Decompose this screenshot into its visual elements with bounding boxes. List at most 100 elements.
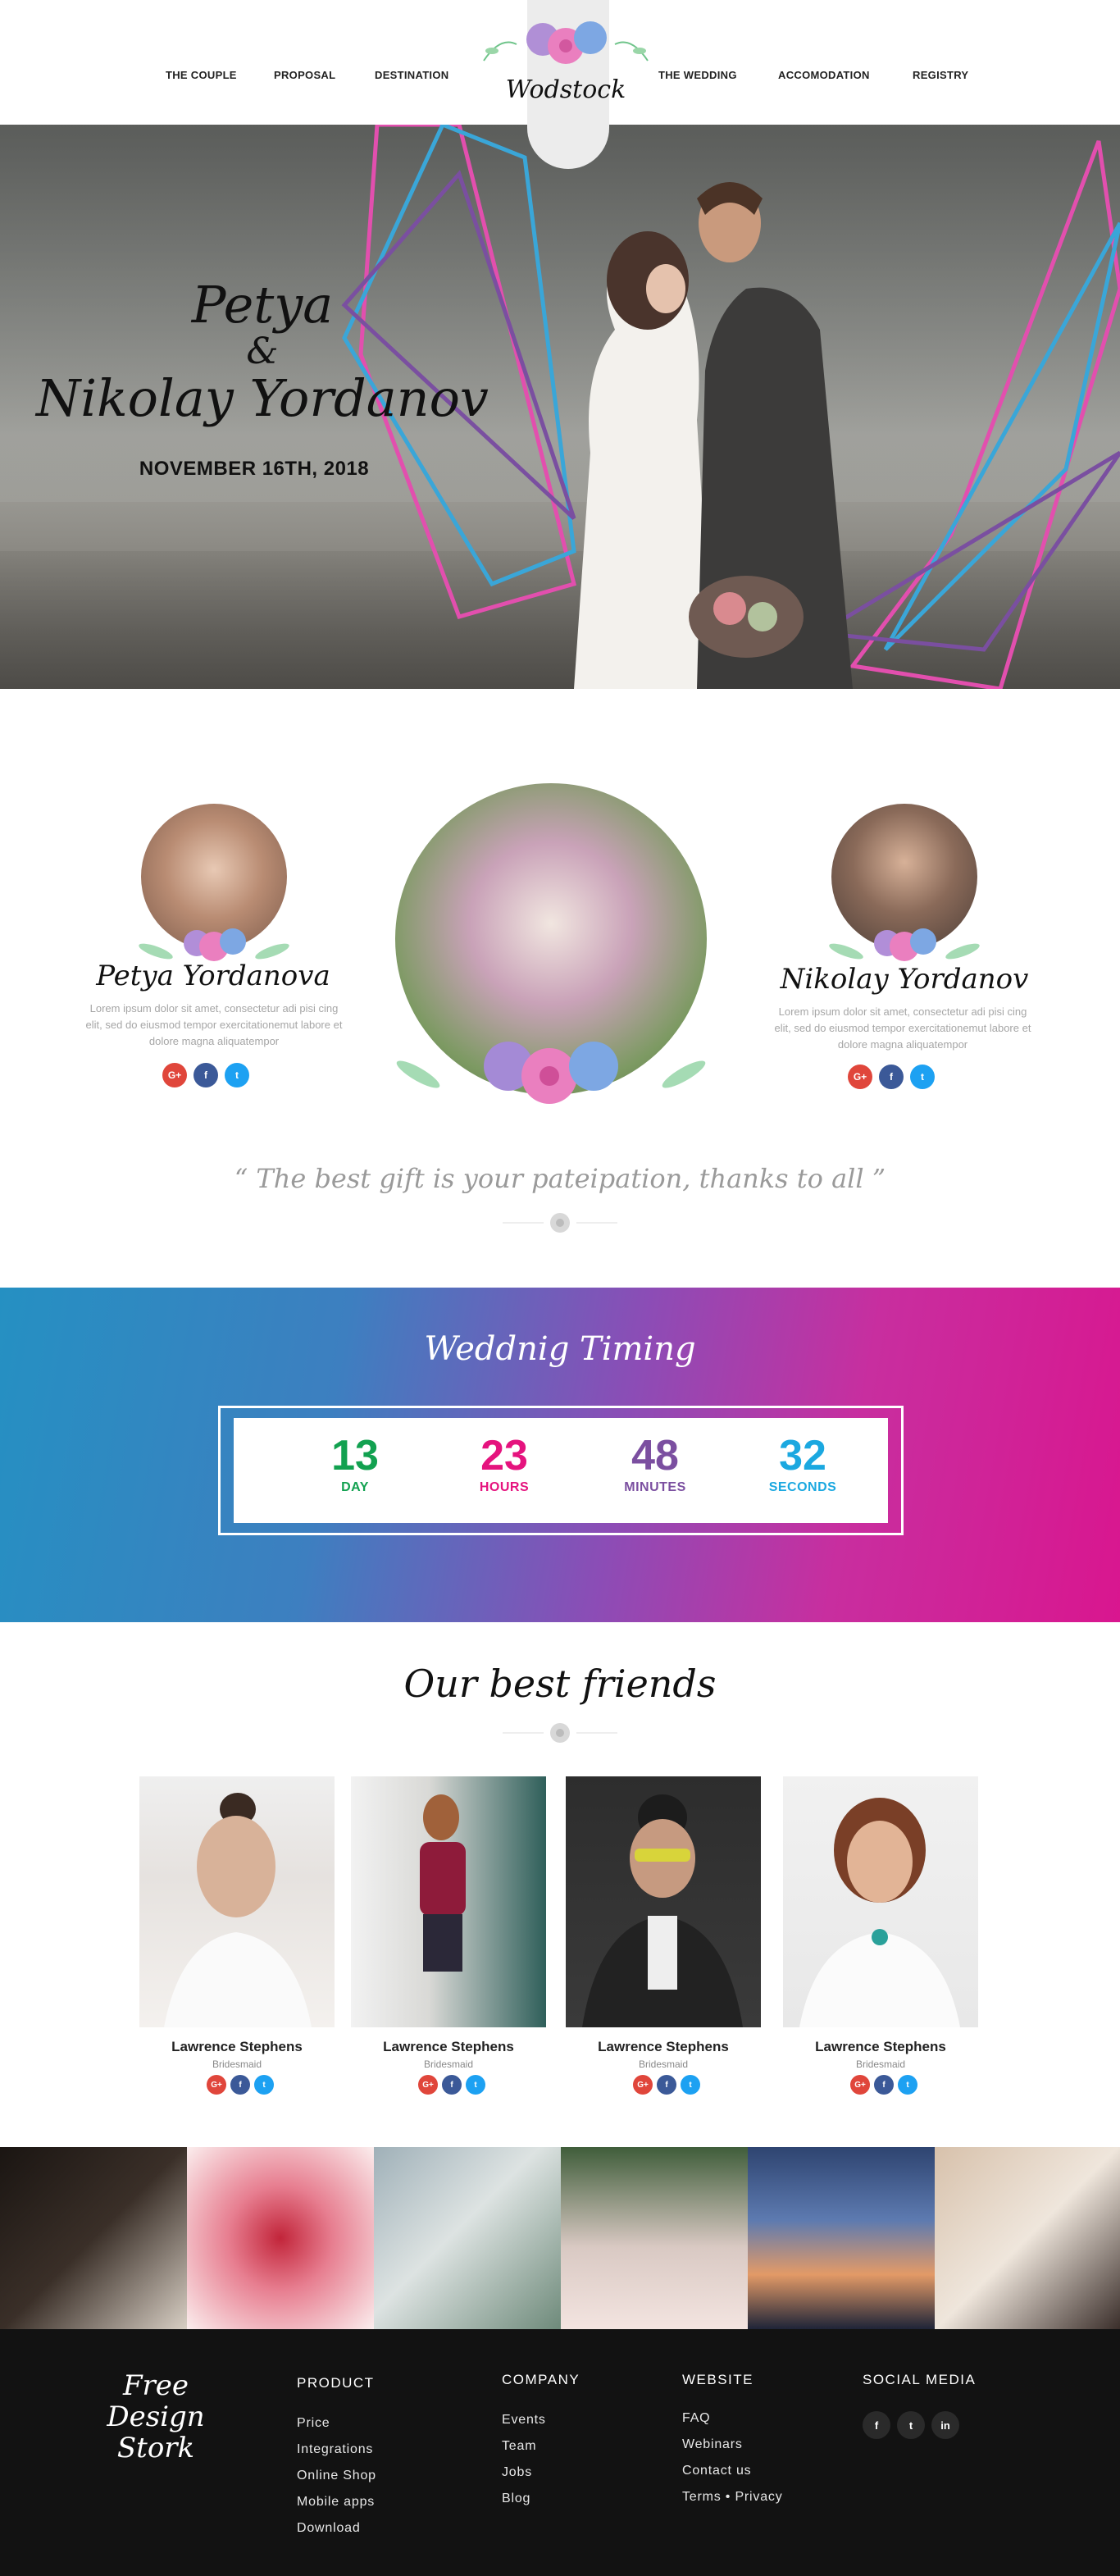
flower-divider-icon (503, 1213, 617, 1233)
footer-product-title: PRODUCT (297, 2375, 375, 2391)
footer-link-jobs[interactable]: Jobs (502, 2465, 532, 2480)
hero-ampersand: & (246, 331, 279, 372)
google-plus-icon[interactable]: G+ (162, 1063, 187, 1087)
linkedin-icon[interactable]: in (931, 2411, 959, 2439)
countdown-section: Weddnig Timing 13 DAY 23 HOURS 48 MINUTE… (0, 1288, 1120, 1622)
nav-destination[interactable]: DESTINATION (375, 69, 448, 81)
friend-socials: G+ f t (850, 2075, 917, 2095)
nav-proposal[interactable]: PROPOSAL (274, 69, 335, 81)
footer-logo[interactable]: Free Design Stork (74, 2370, 238, 2464)
gallery-photo[interactable] (748, 2147, 935, 2329)
nav-the-wedding[interactable]: THE WEDDING (658, 69, 737, 81)
days-value: 13 (331, 1432, 379, 1479)
facebook-icon[interactable]: f (442, 2075, 462, 2095)
twitter-icon[interactable]: t (897, 2411, 925, 2439)
friend-role: Bridesmaid (212, 2059, 262, 2070)
twitter-icon[interactable]: t (254, 2075, 274, 2095)
footer-link-webinars[interactable]: Webinars (682, 2437, 743, 2452)
facebook-icon[interactable]: f (874, 2075, 894, 2095)
site-header: THE COUPLE PROPOSAL DESTINATION THE WEDD… (0, 0, 1120, 169)
quote-text: “ The best gift is your pateipation, tha… (234, 1163, 886, 1194)
friends-title: Our best friends (403, 1662, 717, 1706)
footer-link-mobile-apps[interactable]: Mobile apps (297, 2495, 375, 2510)
twitter-icon[interactable]: t (466, 2075, 485, 2095)
groom-flowers-icon (829, 928, 980, 961)
bride-name: Petya Yordanova (96, 960, 330, 992)
google-plus-icon[interactable]: G+ (418, 2075, 438, 2095)
footer-link-blog[interactable]: Blog (502, 2492, 530, 2506)
footer-website-title: WEBSITE (682, 2372, 754, 2387)
hero-banner: Petya & Nikolay Yordanov NOVEMBER 16TH, … (0, 125, 1120, 689)
twitter-icon[interactable]: t (898, 2075, 917, 2095)
minutes-label: MINUTES (624, 1480, 686, 1494)
friend-photo (139, 1776, 335, 2027)
facebook-icon[interactable]: f (879, 1065, 904, 1089)
friend-photo (566, 1776, 761, 2027)
gallery-photo[interactable] (374, 2147, 561, 2329)
groom-socials: G+ f t (848, 1065, 935, 1089)
footer-link-terms-privacy[interactable]: Terms • Privacy (682, 2490, 783, 2505)
footer-logo-line1: Free Design (107, 2369, 205, 2433)
photo-gallery (0, 2147, 1120, 2329)
friend-name: Lawrence Stephens (383, 2039, 514, 2054)
footer-link-price[interactable]: Price (297, 2416, 330, 2431)
google-plus-icon[interactable]: G+ (207, 2075, 226, 2095)
friend-role: Bridesmaid (638, 2059, 689, 2070)
nav-accomodation[interactable]: ACCOMODATION (778, 69, 870, 81)
bride-bio: Lorem ipsum dolor sit amet, consectetur … (85, 1002, 343, 1047)
gallery-photo[interactable] (187, 2147, 374, 2329)
countdown-title: Weddnig Timing (424, 1330, 696, 1368)
twitter-icon[interactable]: t (225, 1063, 249, 1087)
google-plus-icon[interactable]: G+ (633, 2075, 653, 2095)
hours-label: HOURS (479, 1480, 530, 1494)
countdown-seconds: 32 SECONDS (745, 1431, 860, 1495)
countdown-box: 13 DAY 23 HOURS 48 MINUTES 32 SECONDS (234, 1418, 888, 1523)
nav-the-couple[interactable]: THE COUPLE (166, 69, 237, 81)
gallery-photo[interactable] (561, 2147, 748, 2329)
footer-link-faq[interactable]: FAQ (682, 2411, 710, 2426)
footer-logo-line2: Stork (116, 2432, 195, 2464)
twitter-icon[interactable]: t (910, 1065, 935, 1089)
google-plus-icon[interactable]: G+ (848, 1065, 872, 1089)
google-plus-icon[interactable]: G+ (850, 2075, 870, 2095)
footer-link-events[interactable]: Events (502, 2413, 546, 2428)
groom-bio: Lorem ipsum dolor sit amet, consectetur … (774, 1005, 1031, 1051)
friend-photo (783, 1776, 978, 2027)
days-label: DAY (341, 1480, 369, 1494)
facebook-icon[interactable]: f (657, 2075, 676, 2095)
footer-link-online-shop[interactable]: Online Shop (297, 2469, 376, 2483)
hours-value: 23 (480, 1432, 528, 1479)
twitter-icon[interactable]: t (681, 2075, 700, 2095)
gallery-photo[interactable] (0, 2147, 187, 2329)
friend-socials: G+ f t (418, 2075, 485, 2095)
footer-link-contact-us[interactable]: Contact us (682, 2464, 751, 2478)
facebook-icon[interactable]: f (230, 2075, 250, 2095)
site-footer: Free Design Stork PRODUCT Price Integrat… (0, 2329, 1120, 2576)
footer-link-integrations[interactable]: Integrations (297, 2442, 373, 2457)
seconds-label: SECONDS (768, 1480, 837, 1494)
nav-registry[interactable]: REGISTRY (913, 69, 968, 81)
countdown-days: 13 DAY (298, 1431, 412, 1495)
friend-role: Bridesmaid (855, 2059, 906, 2070)
groom-name: Nikolay Yordanov (780, 963, 1029, 996)
hero-name-one: Petya (191, 275, 334, 335)
friend-role: Bridesmaid (423, 2059, 474, 2070)
facebook-icon[interactable]: f (863, 2411, 890, 2439)
footer-link-team[interactable]: Team (502, 2439, 536, 2454)
couple-names: Petya & Nikolay Yordanov (33, 276, 492, 427)
footer-social-title: SOCIAL MEDIA (863, 2372, 977, 2387)
gallery-photo[interactable] (935, 2147, 1120, 2329)
site-logo[interactable]: Wodstock (484, 75, 648, 104)
friends-section: Our best friends Lawrence Stephens Bride… (0, 1622, 1120, 2147)
countdown-hours: 23 HOURS (447, 1431, 562, 1495)
facebook-icon[interactable]: f (193, 1063, 218, 1087)
flower-divider-icon (503, 1723, 617, 1743)
friend-socials: G+ f t (207, 2075, 274, 2095)
countdown-frame: 13 DAY 23 HOURS 48 MINUTES 32 SECONDS (218, 1406, 904, 1535)
couple-section: Petya Yordanova Lorem ipsum dolor sit am… (0, 689, 1120, 1288)
footer-link-download[interactable]: Download (297, 2521, 361, 2536)
wedding-date: NOVEMBER 16TH, 2018 (139, 458, 370, 480)
flower-logo-icon (483, 21, 649, 64)
friend-name: Lawrence Stephens (815, 2039, 946, 2054)
footer-company-title: COMPANY (502, 2372, 580, 2387)
